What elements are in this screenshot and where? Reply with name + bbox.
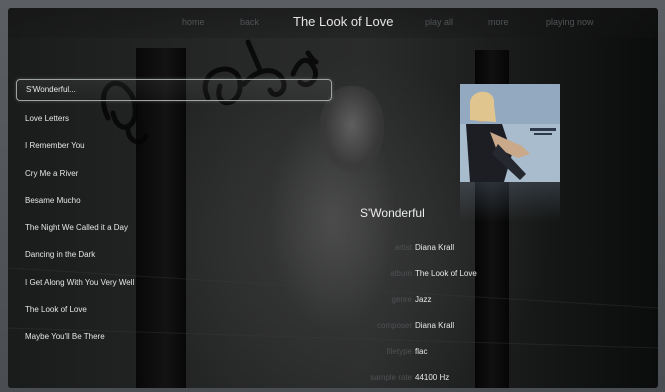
detail-label: genre <box>391 295 412 304</box>
detail-value: 44100 Hz <box>415 373 450 382</box>
track-list-item[interactable]: Maybe You'll Be There <box>16 323 332 350</box>
detail-label: artist <box>394 243 412 252</box>
detail-value: Diana Krall <box>415 243 455 252</box>
detail-row-album: album The Look of Love <box>308 269 508 283</box>
track-list: S'Wonderful... Love Letters I Remember Y… <box>16 78 332 351</box>
detail-value: Diana Krall <box>415 321 455 330</box>
track-list-item-selected[interactable]: S'Wonderful... <box>16 79 332 101</box>
detail-row-sample-rate: sample rate 44100 Hz <box>308 373 508 387</box>
track-list-item[interactable]: I Get Along With You Very Well <box>16 269 332 296</box>
playing-now-button[interactable]: playing now <box>546 17 594 27</box>
track-list-item[interactable]: Cry Me a River <box>16 160 332 187</box>
play-all-button[interactable]: play all <box>425 17 453 27</box>
track-list-item[interactable]: The Night We Called it a Day <box>16 214 332 241</box>
track-list-item[interactable]: Love Letters <box>16 105 332 132</box>
detail-value: Jazz <box>415 295 432 304</box>
page-title: The Look of Love <box>293 14 394 29</box>
more-button[interactable]: more <box>488 17 509 27</box>
header-bar: home back The Look of Love play all more… <box>8 8 658 38</box>
media-screen: home back The Look of Love play all more… <box>8 8 658 388</box>
now-playing-title: S'Wonderful <box>360 206 425 220</box>
detail-row-genre: genre Jazz <box>308 295 508 309</box>
background-pillar <box>604 50 616 388</box>
back-button[interactable]: back <box>240 17 259 27</box>
home-button[interactable]: home <box>182 17 205 27</box>
device-frame: home back The Look of Love play all more… <box>0 0 665 392</box>
detail-value: The Look of Love <box>415 269 477 278</box>
detail-value: flac <box>415 347 428 356</box>
detail-row-filetype: filetype flac <box>308 347 508 361</box>
album-cover-reflection <box>460 182 560 222</box>
detail-label: filetype <box>386 347 412 356</box>
track-list-item[interactable]: I Remember You <box>16 132 332 159</box>
detail-row-composer: composer Diana Krall <box>308 321 508 335</box>
track-list-item[interactable]: Besame Mucho <box>16 187 332 214</box>
detail-label: sample rate <box>370 373 412 382</box>
detail-row-artist: artist Diana Krall <box>308 243 508 257</box>
detail-label: composer <box>376 321 412 330</box>
detail-label: album <box>390 269 412 278</box>
album-cover-image <box>460 84 560 182</box>
track-list-item[interactable]: The Look of Love <box>16 296 332 323</box>
track-list-item[interactable]: Dancing in the Dark <box>16 241 332 268</box>
album-cover-art <box>460 84 560 182</box>
